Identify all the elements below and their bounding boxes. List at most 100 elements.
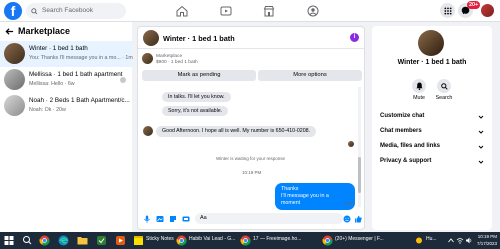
quick-reply[interactable]: In talks. I'll let you know.: [162, 92, 231, 102]
chat-members-section[interactable]: Chat members: [380, 128, 422, 134]
mute-label: Mute: [413, 95, 425, 101]
gif-icon[interactable]: [182, 215, 190, 223]
chevron-up-icon[interactable]: [447, 234, 455, 247]
sticker-icon[interactable]: [169, 215, 177, 223]
bell-icon: [415, 82, 423, 90]
sender-avatar: [143, 126, 153, 136]
clock-time: 10:19 PM: [477, 234, 497, 239]
scrollbar-thumb[interactable]: [358, 157, 361, 193]
privacy-support-section[interactable]: Privacy & support: [380, 158, 431, 164]
chevron-down-icon[interactable]: [478, 144, 484, 150]
conversation-preview: You: Thanks I'll message you in a mo... …: [29, 55, 133, 61]
chat-title[interactable]: Winter · 1 bed 1 bath: [163, 34, 235, 43]
more-options-button[interactable]: More options: [258, 70, 362, 81]
quick-reply[interactable]: Sorry, it's not available.: [162, 106, 229, 116]
taskbar-app-label[interactable]: (20+) Messenger | F...: [335, 236, 384, 242]
outgoing-message-line: Thanks: [281, 186, 299, 192]
file-explorer-icon[interactable]: [77, 234, 88, 247]
sticky-notes-icon[interactable]: [133, 234, 144, 247]
system-clock[interactable]: 10:19 PM 7/17/2023: [477, 234, 497, 247]
listing-thumbnail: [4, 95, 25, 116]
info-icon[interactable]: i: [350, 33, 359, 42]
like-icon[interactable]: [354, 215, 362, 223]
search-icon: [31, 8, 38, 15]
sent-status: Sent: [344, 201, 354, 206]
profile-avatar[interactable]: [480, 3, 495, 18]
outgoing-message: Thanks I'll message you in a moment: [275, 183, 355, 210]
chrome-icon[interactable]: [39, 234, 50, 247]
chevron-down-icon[interactable]: [478, 129, 484, 135]
waiting-notice: Winter is waiting for your response: [216, 156, 286, 161]
listing-name: Winter · 1 bed 1 bath: [397, 59, 467, 66]
top-navigation-bar: f Search Facebook 20+: [0, 0, 500, 22]
chat-scrollbar[interactable]: [358, 87, 361, 207]
marketplace-inbox-sidebar: Marketplace Winter · 1 bed 1 bath You: T…: [0, 22, 133, 232]
back-arrow-icon[interactable]: [5, 27, 14, 36]
search-conversation-button[interactable]: [437, 79, 451, 93]
customize-chat-section[interactable]: Customize chat: [380, 113, 424, 119]
chat-avatar[interactable]: [143, 30, 159, 46]
marketplace-icon[interactable]: [263, 5, 275, 17]
edge-icon[interactable]: [58, 234, 69, 247]
conversation-item[interactable]: Noah · 2 Beds 1 Bath Apartment/c... Noah…: [0, 93, 132, 119]
chat-header: Winter · 1 bed 1 bath i: [138, 27, 364, 49]
mark-as-pending-button[interactable]: Mark as pending: [142, 70, 256, 81]
outgoing-message-line: I'll message you in a moment: [281, 193, 329, 206]
incoming-message: Good Afternoon. I hope all is well. My n…: [156, 126, 317, 137]
listing-photo: [418, 30, 444, 56]
chrome-icon[interactable]: [176, 234, 187, 247]
search-icon: [440, 82, 448, 90]
seen-avatar: [348, 141, 354, 147]
conversation-preview: Mellissa: Hello · 6w: [29, 81, 75, 87]
message-input[interactable]: Aa: [195, 213, 343, 224]
conversation-title: Mellissa · 1 bed 1 bath apartment: [29, 71, 123, 78]
search-label: Search: [435, 95, 453, 101]
chevron-down-icon[interactable]: [478, 159, 484, 165]
avatar-read-receipt-icon: [120, 77, 126, 83]
search-icon[interactable]: [22, 234, 32, 247]
windows-taskbar: Sticky Notes Habib Vai Lead - G... 17 — …: [0, 232, 500, 249]
conversation-title: Winter · 1 bed 1 bath: [29, 45, 88, 52]
volume-icon[interactable]: [465, 234, 473, 247]
media-app-icon[interactable]: [115, 234, 126, 247]
windows-start-icon[interactable]: [4, 234, 14, 247]
listing-price: $900 · 1 bed 1 bath: [156, 60, 198, 65]
notification-badge: 20+: [467, 1, 481, 9]
chat-details-panel: Winter · 1 bed 1 bath Mute Search Custom…: [372, 26, 492, 230]
emoji-icon[interactable]: [343, 215, 351, 223]
groups-icon[interactable]: [307, 5, 319, 17]
taskbar-app-label[interactable]: Habib Vai Lead - G...: [189, 236, 235, 242]
listing-thumbnail: [4, 69, 25, 90]
app-icon[interactable]: [96, 234, 107, 247]
search-input[interactable]: Search Facebook: [26, 3, 126, 19]
composer-bar: Aa: [138, 208, 364, 229]
video-icon[interactable]: [220, 5, 232, 17]
mute-button[interactable]: [412, 79, 426, 93]
microphone-icon[interactable]: [143, 215, 151, 223]
taskbar-app-label[interactable]: 17 — Freeimage.ho...: [253, 236, 301, 242]
taskbar-app-label[interactable]: Sticky Notes: [146, 236, 174, 242]
menu-button[interactable]: [440, 3, 455, 18]
conversation-item[interactable]: Winter · 1 bed 1 bath You: Thanks I'll m…: [0, 41, 133, 67]
menu-grid-icon: [443, 6, 452, 15]
tray-text[interactable]: Hu...: [426, 236, 437, 242]
home-icon[interactable]: [176, 5, 188, 17]
conversation-item[interactable]: Mellissa · 1 bed 1 bath apartment Mellis…: [0, 67, 132, 93]
listing-thumbnail: [142, 53, 153, 64]
chrome-icon[interactable]: [240, 234, 251, 247]
listing-thumbnail: [4, 43, 25, 64]
wifi-icon[interactable]: [456, 234, 464, 247]
facebook-logo[interactable]: f: [4, 2, 22, 20]
conversation-title: Noah · 2 Beds 1 Bath Apartment/c...: [29, 97, 130, 104]
marketplace-label: Marketplace: [156, 54, 183, 59]
sidebar-title: Marketplace: [18, 26, 71, 36]
image-icon[interactable]: [156, 215, 164, 223]
chevron-down-icon[interactable]: [478, 114, 484, 120]
weather-icon[interactable]: [414, 234, 424, 247]
chrome-icon[interactable]: [322, 234, 333, 247]
media-files-links-section[interactable]: Media, files and links: [380, 143, 440, 149]
message-timestamp: 10:19 PM: [242, 170, 262, 175]
chat-window: Winter · 1 bed 1 bath i Marketplace $900…: [137, 26, 365, 230]
clock-date: 7/17/2023: [476, 240, 497, 246]
conversation-preview: Noah: Ok · 20w: [29, 107, 66, 113]
